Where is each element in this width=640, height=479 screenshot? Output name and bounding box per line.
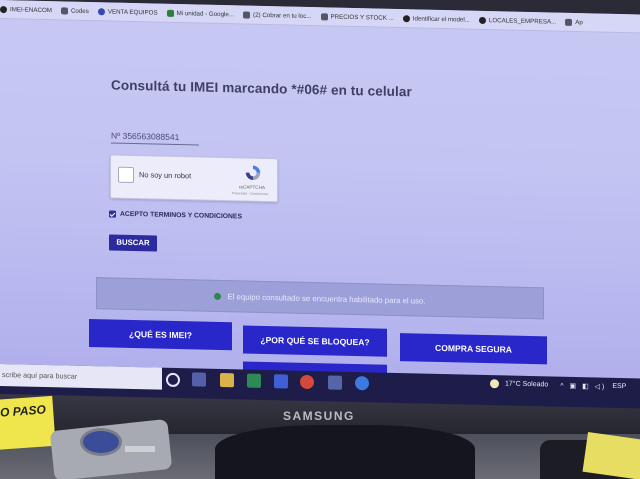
language-indicator[interactable]: ESP [612, 383, 626, 390]
bookmark-item[interactable]: LOCALES_EMPRESA... [478, 16, 557, 26]
edge-icon[interactable] [355, 376, 369, 391]
drive-icon [166, 9, 174, 17]
why-blocked-button[interactable]: ¿POR QUÉ SE BLOQUEA? [243, 325, 387, 357]
fingerprint-sensor-icon [80, 428, 122, 456]
bookmark-label: LOCALES_EMPRESA... [488, 16, 557, 26]
check-circle-icon [214, 292, 222, 300]
recaptcha-icon [245, 165, 261, 180]
tray-icons[interactable]: ^ ▣ ◧ ◁) [560, 381, 606, 390]
page-title: Consultá tu IMEI marcando *#06# en tu ce… [111, 77, 412, 100]
weather-text[interactable]: 17°C Soleado [505, 380, 548, 388]
recaptcha-brand: reCAPTCHA [238, 184, 266, 191]
sheet-icon [320, 12, 328, 20]
recaptcha-widget: No soy un robot reCAPTCHA Privacidad - C… [110, 154, 278, 203]
task-view-icon[interactable] [192, 372, 206, 387]
bookmark-item[interactable]: Identificar el model... [402, 14, 470, 24]
bookmark-label: Codes [70, 7, 89, 15]
globe-icon [478, 16, 486, 24]
bookmark-label: IMEI-ENACOM [10, 5, 52, 14]
bookmark-item[interactable]: Codes [60, 6, 89, 15]
terms-row[interactable]: ACEPTO TERMINOS Y CONDICIONES [109, 210, 242, 220]
bookmarks-bar: IMEI-ENACOM Codes VENTA EQUIPOS Mi unida… [0, 0, 640, 34]
status-message-bar: El equipo consultado se encuentra habili… [96, 277, 544, 320]
bookmark-item[interactable]: Mi unidad - Google... [166, 9, 235, 18]
bookmark-item[interactable]: (2) Cobrar en tu loc... [243, 11, 312, 20]
file-explorer-icon[interactable] [220, 372, 234, 388]
bookmark-item[interactable]: PRECIOS Y STOCK ... [320, 12, 394, 22]
search-button[interactable]: BUSCAR [109, 234, 157, 252]
recaptcha-checkbox[interactable] [118, 166, 134, 184]
bookmark-icon [60, 6, 68, 15]
bookmark-label: (2) Cobrar en tu loc... [253, 11, 312, 20]
calculator-icon[interactable] [328, 375, 342, 390]
imei-input[interactable]: Nº 356563088541 [111, 128, 199, 146]
reader-leds [125, 446, 155, 452]
bookmark-label: Mi unidad - Google... [176, 9, 235, 18]
bookmark-label: PRECIOS Y STOCK ... [330, 13, 394, 22]
globe-icon [97, 7, 105, 15]
bookmark-label: Ap [575, 18, 583, 26]
terms-label: ACEPTO TERMINOS Y CONDICIONES [120, 210, 242, 221]
what-is-imei-button[interactable]: ¿QUÉ ES IMEI? [89, 319, 232, 351]
cortana-icon[interactable] [166, 372, 180, 388]
app-icon[interactable] [274, 374, 288, 389]
bookmark-item[interactable]: VENTA EQUIPOS [97, 7, 158, 17]
monitor-brand: SAMSUNG [283, 409, 355, 423]
status-message: El equipo consultado se encuentra habili… [227, 291, 426, 306]
page-icon [565, 18, 573, 26]
excel-icon[interactable] [247, 373, 261, 388]
monitor-stand [215, 425, 475, 479]
apple-icon [402, 14, 410, 22]
bookmark-item[interactable]: Ap [565, 18, 583, 26]
system-tray: 17°C Soleado ^ ▣ ◧ ◁) ESP [490, 379, 626, 391]
page-icon [243, 11, 251, 19]
monitor-screen: IMEI-ENACOM Codes VENTA EQUIPOS Mi unida… [0, 0, 640, 405]
home-icon [0, 5, 7, 13]
recaptcha-label: No soy un robot [139, 170, 192, 181]
sun-icon [490, 379, 499, 389]
bookmark-label: Identificar el model... [412, 14, 470, 24]
recaptcha-links[interactable]: Privacidad - Condiciones [223, 191, 277, 196]
photo: SAMSUNG IMEI-ENACOM Codes VENTA EQUIPOS … [0, 0, 640, 479]
bookmark-label: VENTA EQUIPOS [107, 7, 158, 17]
bookmark-item[interactable]: IMEI-ENACOM [0, 5, 52, 14]
taskbar-search-input[interactable]: scribe aquí para buscar [0, 364, 162, 390]
terms-checkbox[interactable] [109, 210, 116, 218]
safe-purchase-button[interactable]: COMPRA SEGURA [400, 333, 547, 365]
yellow-paper [582, 432, 640, 479]
chrome-icon[interactable] [300, 374, 314, 390]
